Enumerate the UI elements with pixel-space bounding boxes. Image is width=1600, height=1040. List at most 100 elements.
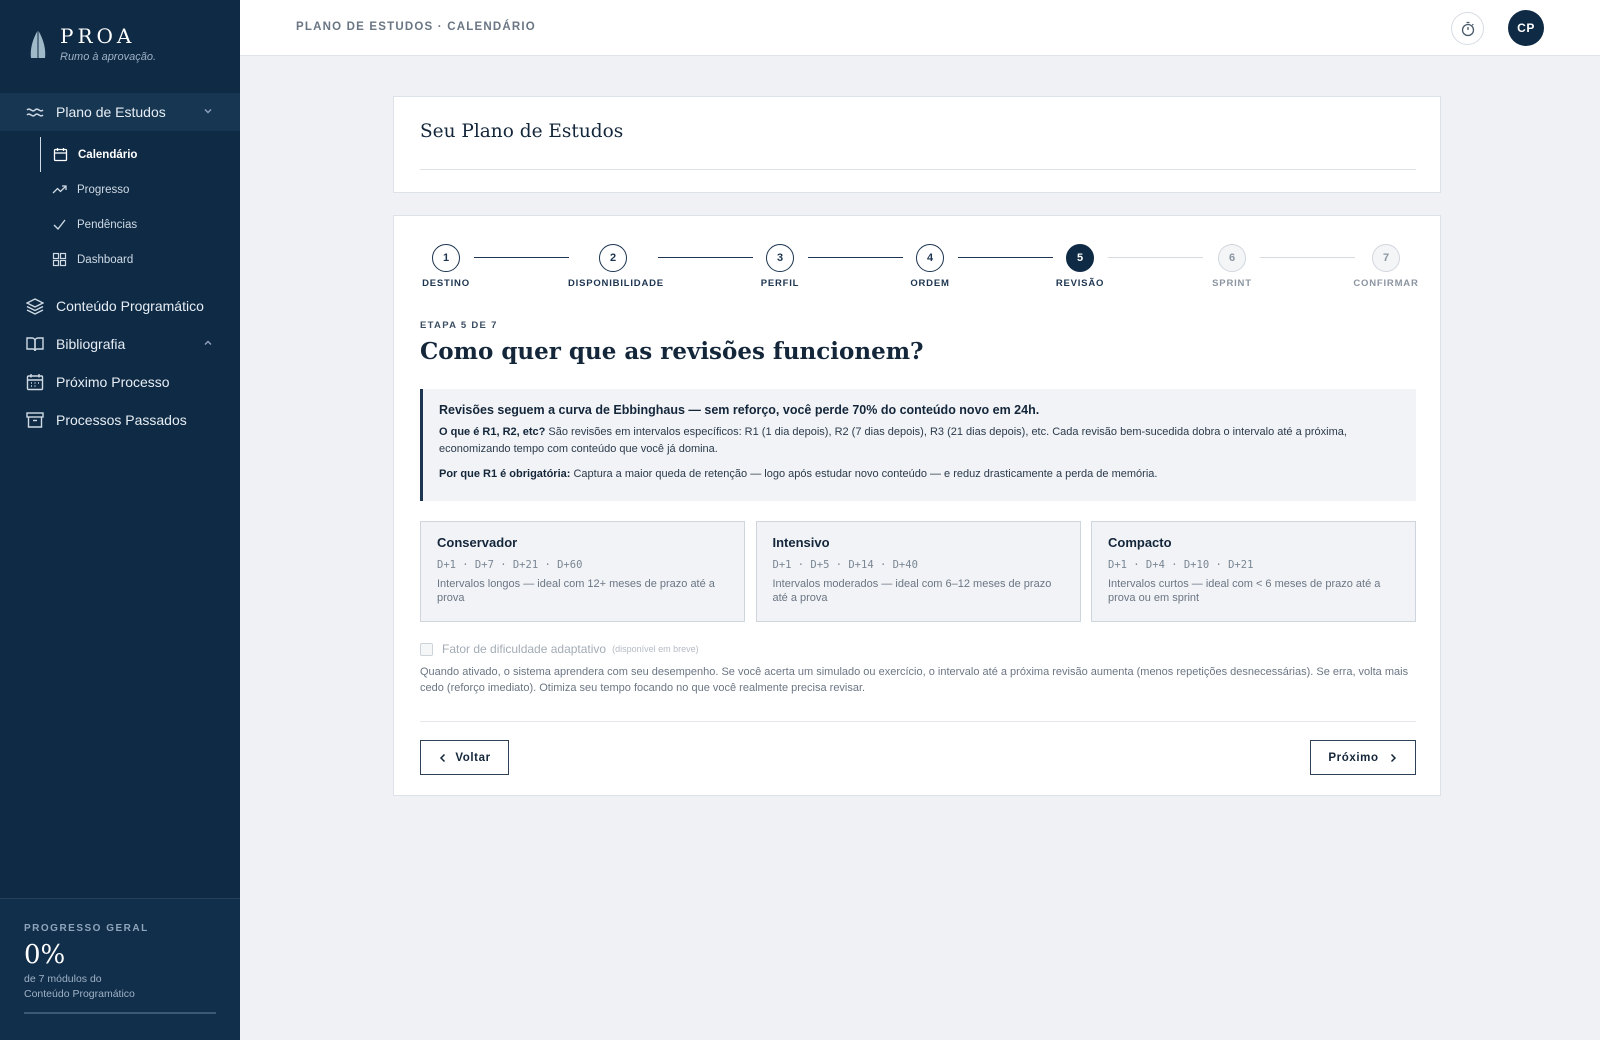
chevron-down-icon[interactable] xyxy=(202,105,214,117)
sidebar-subitem-label: Progresso xyxy=(77,183,130,196)
sidebar-submenu: Calendário Progresso Pendências Dashboar… xyxy=(0,131,240,283)
step-counter: ETAPA 5 DE 7 xyxy=(420,320,498,331)
progress-bar xyxy=(24,1012,216,1014)
stopwatch-icon xyxy=(1461,21,1474,36)
sidebar-item-proximo-processo[interactable]: Próximo Processo xyxy=(0,363,240,401)
option-description: Intervalos moderados — ideal com 6–12 me… xyxy=(772,578,1052,604)
chevron-right-icon xyxy=(1390,753,1396,762)
sidebar-item-conteudo-programatico[interactable]: Conteúdo Programático xyxy=(0,287,240,325)
step-number: 1 xyxy=(432,244,460,272)
option-name: Intensivo xyxy=(772,535,830,550)
progress-desc-line: de 7 módulos do xyxy=(24,973,102,985)
step-ordem[interactable]: 4 ORDEM xyxy=(885,244,975,289)
info-text: Captura a maior queda de retenção — logo… xyxy=(570,468,1158,480)
sidebar-item-label: Processos Passados xyxy=(56,412,187,428)
adaptive-checkbox[interactable] xyxy=(420,642,433,656)
option-intervals: D+1 · D+5 · D+14 · D+40 xyxy=(772,559,918,571)
calendar-icon xyxy=(53,147,68,162)
sidebar-item-label: Plano de Estudos xyxy=(56,104,166,120)
option-name: Compacto xyxy=(1108,535,1172,550)
step-destino[interactable]: 1 DESTINO xyxy=(401,244,491,289)
sidebar-item-bibliografia[interactable]: Bibliografia xyxy=(0,325,240,363)
next-button[interactable]: Próximo xyxy=(1310,740,1416,775)
step-sprint: 6 SPRINT xyxy=(1187,244,1277,289)
progress-description: de 7 módulos do Conteúdo Programático xyxy=(24,972,216,1002)
brand-tagline: Rumo à aprovação. xyxy=(60,51,156,63)
archive-icon xyxy=(26,411,44,429)
sidebar-subitem-progresso[interactable]: Progresso xyxy=(40,172,240,207)
title-divider xyxy=(420,169,1416,170)
info-paragraph: Por que R1 é obrigatória: Captura a maio… xyxy=(439,466,1398,483)
sidebar-item-processos-passados[interactable]: Processos Passados xyxy=(0,401,240,439)
sidebar: PROA Rumo à aprovação. Plano de Estudos … xyxy=(0,0,240,1040)
avatar[interactable]: CP xyxy=(1508,10,1544,46)
step-number: 5 xyxy=(1066,244,1094,272)
sidebar-subitem-label: Pendências xyxy=(77,218,138,231)
step-label: REVISÃO xyxy=(1055,278,1105,289)
page-title: Seu Plano de Estudos xyxy=(420,121,624,142)
info-term: O que é R1, R2, etc? xyxy=(439,426,546,438)
adaptive-note: (disponível em breve) xyxy=(612,644,699,654)
step-confirmar: 7 CONFIRMAR xyxy=(1341,244,1431,289)
sidebar-item-plano-de-estudos[interactable]: Plano de Estudos xyxy=(0,93,240,131)
chevron-left-icon xyxy=(440,753,446,762)
option-card-intensivo[interactable]: Intensivo D+1 · D+5 · D+14 · D+40 Interv… xyxy=(755,521,1081,622)
sidebar-subitem-pendencias[interactable]: Pendências xyxy=(40,207,240,242)
sidebar-subitem-dashboard[interactable]: Dashboard xyxy=(40,242,240,277)
step-perfil[interactable]: 3 PERFIL xyxy=(735,244,825,289)
adaptive-description: Quando ativado, o sistema aprendera com … xyxy=(420,666,1409,694)
sidebar-item-label: Próximo Processo xyxy=(56,374,170,390)
back-button[interactable]: Voltar xyxy=(420,740,509,775)
option-card-compacto[interactable]: Compacto D+1 · D+4 · D+10 · D+21 Interva… xyxy=(1091,521,1416,622)
step-label: SPRINT xyxy=(1212,278,1252,289)
plan-title-card: Seu Plano de Estudos xyxy=(393,96,1441,193)
calendar-icon xyxy=(26,373,44,391)
step-disponibilidade[interactable]: 2 DISPONIBILIDADE xyxy=(568,244,664,289)
step-number: 6 xyxy=(1218,244,1246,272)
step-label: PERFIL xyxy=(760,278,800,289)
step-label: ORDEM xyxy=(910,278,950,289)
option-name: Conservador xyxy=(437,535,518,550)
chevron-up-icon[interactable] xyxy=(202,337,214,349)
step-label: DISPONIBILIDADE xyxy=(568,278,664,289)
sidebar-group: Conteúdo Programático Bibliografia Próxi… xyxy=(0,287,240,439)
adaptive-toggle: Fator de dificuldade adaptativo (disponí… xyxy=(420,642,699,656)
grid-icon xyxy=(52,252,67,267)
review-options: Conservador D+1 · D+7 · D+21 · D+60 Inte… xyxy=(420,521,1416,622)
wizard-card: 1 DESTINO 2 DISPONIBILIDADE 3 PERFIL 4 O… xyxy=(393,215,1441,796)
option-card-conservador[interactable]: Conservador D+1 · D+7 · D+21 · D+60 Inte… xyxy=(420,521,745,622)
sidebar-subitem-calendario[interactable]: Calendário xyxy=(40,137,240,172)
progress-label: PROGRESSO GERAL xyxy=(24,923,149,934)
info-paragraph: O que é R1, R2, etc? São revisões em int… xyxy=(439,424,1398,457)
option-intervals: D+1 · D+4 · D+10 · D+21 xyxy=(1108,559,1254,571)
sidebar-subitem-label: Calendário xyxy=(78,148,138,161)
info-callout: Revisões seguem a curva de Ebbinghaus — … xyxy=(420,389,1416,501)
waves-icon xyxy=(26,103,44,121)
back-label: Voltar xyxy=(455,751,491,764)
brand-name: PROA xyxy=(60,24,136,48)
check-icon xyxy=(52,217,67,232)
step-label: CONFIRMAR xyxy=(1353,278,1419,289)
step-label: DESTINO xyxy=(422,278,470,289)
next-label: Próximo xyxy=(1328,751,1379,764)
step-number: 3 xyxy=(766,244,794,272)
sidebar-subitem-label: Dashboard xyxy=(77,253,134,266)
sidebar-nav: Plano de Estudos Calendário Progresso Pe… xyxy=(0,93,240,439)
breadcrumb: PLANO DE ESTUDOS · CALENDÁRIO xyxy=(296,21,536,33)
info-lead: Revisões seguem a curva de Ebbinghaus — … xyxy=(439,403,1040,417)
topbar: PLANO DE ESTUDOS · CALENDÁRIO CP xyxy=(240,0,1600,56)
brand[interactable]: PROA Rumo à aprovação. xyxy=(28,24,156,63)
sidebar-item-label: Conteúdo Programático xyxy=(56,298,204,314)
step-question: Como quer que as revisões funcionem? xyxy=(420,338,924,365)
progress-value: 0% xyxy=(24,940,66,970)
info-term: Por que R1 é obrigatória: xyxy=(439,468,571,480)
step-number: 2 xyxy=(599,244,627,272)
trending-up-icon xyxy=(52,182,67,197)
step-number: 4 xyxy=(916,244,944,272)
progress-desc-line: Conteúdo Programático xyxy=(24,988,135,1000)
footer-divider xyxy=(420,721,1416,722)
info-text: São revisões em intervalos específicos: … xyxy=(439,426,1347,455)
sail-logo-icon xyxy=(30,30,46,58)
timer-button[interactable] xyxy=(1451,12,1484,45)
step-revisao[interactable]: 5 REVISÃO xyxy=(1035,244,1125,289)
